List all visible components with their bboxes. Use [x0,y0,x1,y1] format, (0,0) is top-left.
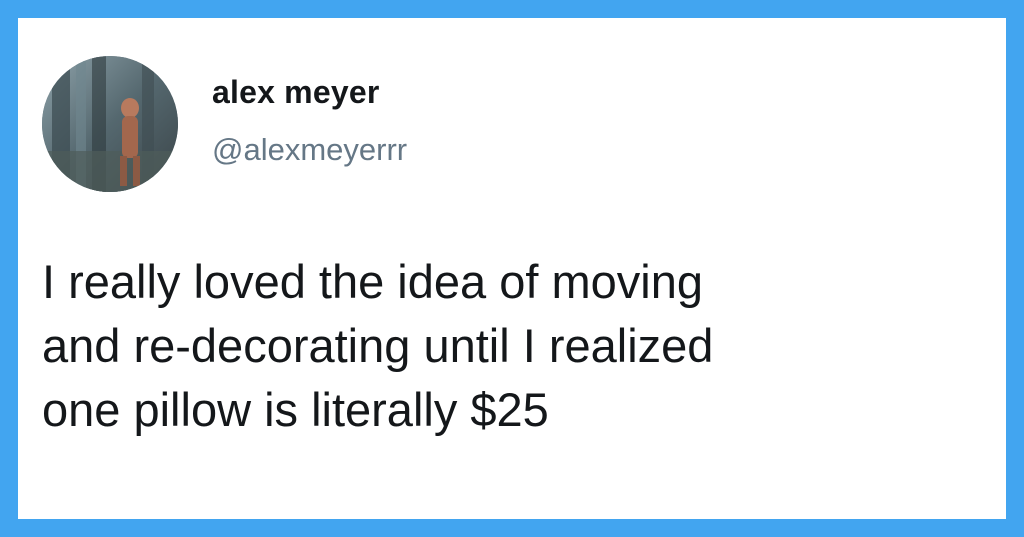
profile-photo-icon [42,56,178,192]
display-name[interactable]: alex meyer [212,74,379,111]
user-handle[interactable]: @alexmeyerrr [212,132,407,168]
tweet-card: alex meyer @alexmeyerrr I really loved t… [18,18,1006,519]
tweet-text: I really loved the idea of moving and re… [42,255,714,436]
avatar[interactable] [42,56,178,192]
